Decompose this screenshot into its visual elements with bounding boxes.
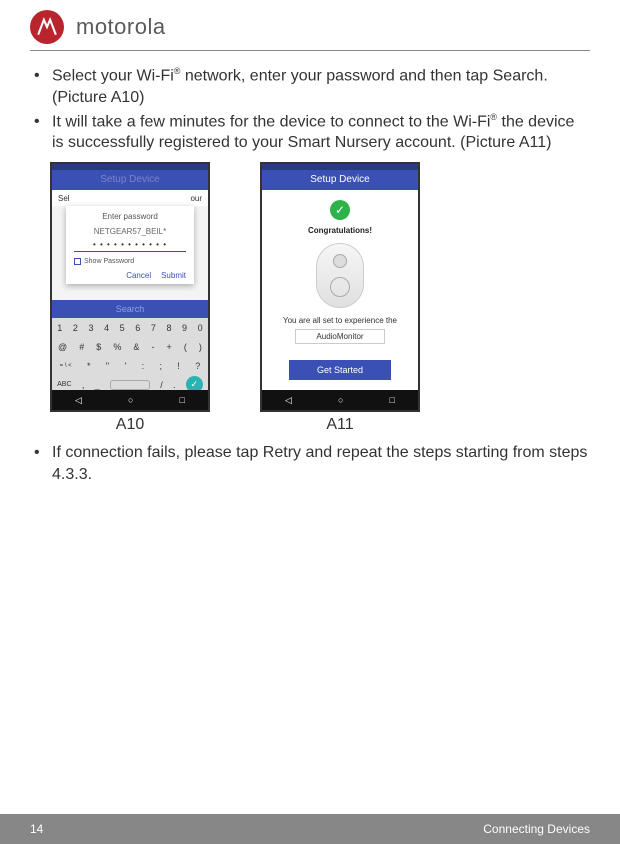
key[interactable]: -	[151, 342, 154, 352]
key[interactable]: ;	[159, 361, 162, 371]
section-title: Connecting Devices	[483, 822, 590, 836]
instruction-text: If connection fails, please tap Retry an…	[52, 444, 587, 483]
key[interactable]: ?	[195, 361, 200, 371]
key[interactable]: $	[96, 342, 101, 352]
dialog-actions: Cancel Submit	[74, 271, 186, 280]
submit-button[interactable]: Submit	[161, 271, 186, 280]
cancel-button[interactable]: Cancel	[126, 271, 151, 280]
screenshot-a10-column: Setup Device Sel our Search 1 2 3 4 5	[50, 162, 210, 434]
instruction-text: It will take a few minutes for the devic…	[52, 113, 490, 130]
instruction-item: If connection fails, please tap Retry an…	[30, 442, 590, 485]
key[interactable]: #	[79, 342, 84, 352]
checkbox-icon	[74, 258, 81, 265]
screenshot-a11-column: Setup Device ✓ Congratulations! You are …	[260, 162, 420, 434]
key[interactable]: @	[58, 342, 67, 352]
key[interactable]: /	[160, 380, 163, 390]
key[interactable]: 4	[104, 323, 109, 333]
key[interactable]: 7	[151, 323, 156, 333]
key[interactable]: 8	[166, 323, 171, 333]
show-password-label: Show Password	[84, 258, 134, 265]
phone-a10: Setup Device Sel our Search 1 2 3 4 5	[50, 162, 210, 412]
instruction-text: Select your Wi-Fi	[52, 67, 174, 84]
nav-home-icon[interactable]: ○	[338, 395, 343, 405]
all-set-text: You are all set to experience the	[283, 316, 397, 325]
key[interactable]: 6	[135, 323, 140, 333]
screenshot-label-a11: A11	[260, 416, 420, 434]
password-input[interactable]: • • • • • • • • • • •	[74, 240, 186, 252]
keyboard: 1 2 3 4 5 6 7 8 9 0 @	[52, 318, 208, 390]
page-number: 14	[30, 822, 43, 836]
screenshot-label-a10: A10	[50, 416, 210, 434]
keyboard-row: = \ < * " ' : ; ! ?	[52, 356, 208, 375]
key[interactable]: 2	[73, 323, 78, 333]
page-header: motorola	[30, 10, 590, 51]
instruction-list: Select your Wi-Fi® network, enter your p…	[30, 65, 590, 154]
nav-back-icon[interactable]: ◁	[75, 395, 82, 406]
password-dialog: Enter password NETGEAR57_BEIL* • • • • •…	[66, 206, 194, 284]
device-ring-icon	[330, 277, 350, 297]
instruction-list-2: If connection fails, please tap Retry an…	[30, 442, 590, 485]
key-abc[interactable]: ABC	[57, 381, 71, 388]
key[interactable]: "	[106, 361, 109, 371]
nav-home-icon[interactable]: ○	[128, 395, 133, 405]
dialog-title: Enter password	[74, 212, 186, 221]
key[interactable]: )	[199, 342, 202, 352]
key[interactable]: 1	[57, 323, 62, 333]
manual-page: motorola Select your Wi-Fi® network, ent…	[0, 0, 620, 844]
key[interactable]: (	[184, 342, 187, 352]
get-started-button[interactable]: Get Started	[289, 360, 391, 380]
key-space[interactable]	[110, 380, 150, 390]
key[interactable]: &	[133, 342, 139, 352]
key[interactable]: 3	[88, 323, 93, 333]
network-name: NETGEAR57_BEIL*	[74, 227, 186, 236]
key[interactable]: = \ <	[60, 363, 72, 369]
key[interactable]: 5	[120, 323, 125, 333]
key[interactable]: ,	[82, 380, 85, 390]
keyboard-row: @ # $ % & - + ( )	[52, 337, 208, 356]
a11-body: ✓ Congratulations! You are all set to ex…	[262, 190, 418, 390]
device-image	[316, 243, 364, 308]
motorola-logo-icon	[30, 10, 64, 44]
success-check-icon: ✓	[330, 200, 350, 220]
nav-bar: ◁ ○ □	[262, 390, 418, 410]
subtitle-bar: Sel our	[52, 190, 208, 206]
key[interactable]: '	[124, 361, 126, 371]
key[interactable]: _	[95, 380, 100, 390]
keyboard-row: 1 2 3 4 5 6 7 8 9 0	[52, 318, 208, 337]
key[interactable]: %	[113, 342, 121, 352]
key[interactable]: *	[87, 361, 91, 371]
congrats-text: Congratulations!	[308, 226, 372, 235]
page-footer: 14 Connecting Devices	[0, 814, 620, 844]
key[interactable]: 9	[182, 323, 187, 333]
key[interactable]: :	[142, 361, 145, 371]
instruction-item: Select your Wi-Fi® network, enter your p…	[30, 65, 590, 109]
nav-recent-icon[interactable]: □	[390, 395, 395, 405]
show-password-checkbox[interactable]: Show Password	[74, 258, 186, 265]
nav-back-icon[interactable]: ◁	[285, 395, 292, 406]
app-title-bar: Setup Device	[262, 170, 418, 190]
phone-a11: Setup Device ✓ Congratulations! You are …	[260, 162, 420, 412]
key[interactable]: +	[167, 342, 172, 352]
app-title-bar: Setup Device	[52, 170, 208, 190]
audiomonitor-field[interactable]: AudioMonitor	[295, 329, 384, 344]
brand-text: motorola	[76, 14, 166, 40]
nav-recent-icon[interactable]: □	[180, 395, 185, 405]
screenshot-row: Setup Device Sel our Search 1 2 3 4 5	[50, 162, 590, 434]
key[interactable]: !	[177, 361, 180, 371]
key[interactable]: 0	[198, 323, 203, 333]
nav-bar: ◁ ○ □	[52, 390, 208, 410]
key[interactable]: .	[173, 380, 176, 390]
device-lens-icon	[333, 254, 347, 268]
search-button[interactable]: Search	[52, 300, 208, 318]
instruction-item: It will take a few minutes for the devic…	[30, 111, 590, 155]
a10-body: Sel our Search 1 2 3 4 5 6 7 8	[52, 190, 208, 390]
